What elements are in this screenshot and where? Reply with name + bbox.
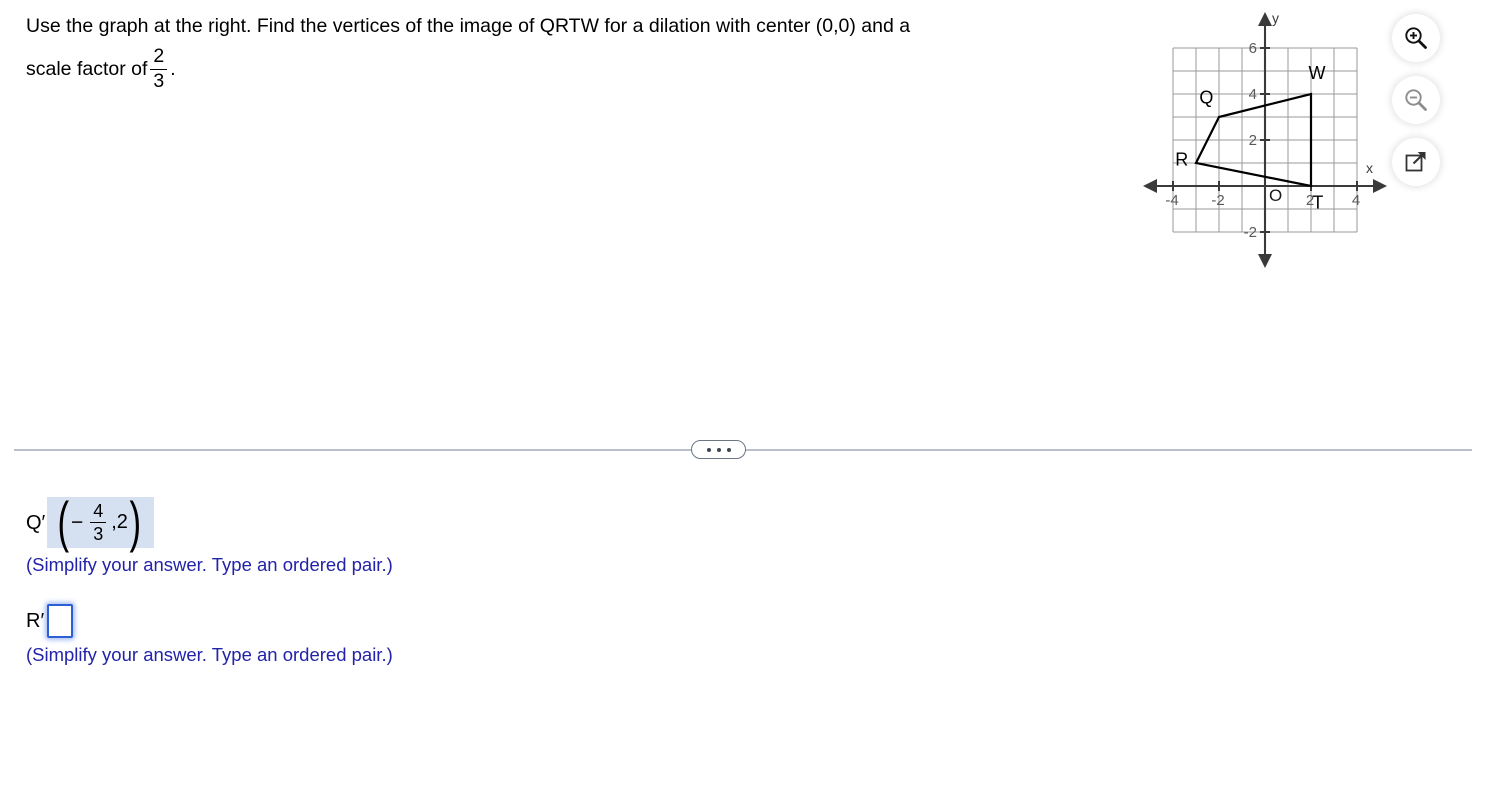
- x-axis-label: x: [1366, 160, 1373, 176]
- question-line-2: scale factor of 2 3 .: [26, 47, 1106, 91]
- vertex-label-q: Q: [1199, 87, 1213, 107]
- vertex-label-t: T: [1312, 193, 1323, 213]
- q-prime-x-numerator: 4: [93, 501, 104, 521]
- zoom-in-icon: [1403, 25, 1429, 51]
- coordinate-graph-svg: -4 -2 2 4-2246xyOQRTW: [1143, 10, 1387, 268]
- answer-hint-q-prime: (Simplify your answer. Type an ordered p…: [26, 554, 393, 575]
- x-tick-label: -4: [1165, 192, 1178, 209]
- left-paren: (: [57, 490, 70, 554]
- fraction-bar: [90, 522, 107, 523]
- origin-label: O: [1269, 186, 1282, 205]
- y-tick-label: 6: [1249, 40, 1257, 57]
- answer-label-r-prime: R′: [26, 610, 45, 632]
- vertex-label-r: R: [1175, 149, 1188, 169]
- y-axis-label: y: [1272, 10, 1279, 26]
- dot-2: [716, 447, 721, 452]
- x-tick-label: -2: [1211, 192, 1224, 209]
- answer-section: Q′ ( − 4 3 ,2 ) (Simplify your answer. T…: [26, 490, 926, 666]
- answer-row-q-prime: Q′ ( − 4 3 ,2 ): [26, 490, 926, 554]
- exercise-page: Use the graph at the right. Find the ver…: [0, 0, 1486, 803]
- scale-factor-denominator: 3: [153, 69, 165, 92]
- question-line-2-suffix: .: [170, 58, 176, 81]
- answer-value-q-prime[interactable]: ( − 4 3 ,2 ): [47, 490, 154, 554]
- question-line-1: Use the graph at the right. Find the ver…: [26, 15, 911, 37]
- coordinate-graph[interactable]: -4 -2 2 4 -2 2 4 6 x y O Q R T W: [1140, 8, 1400, 270]
- answer-input-r-prime[interactable]: [47, 604, 74, 638]
- open-in-new-window-icon: [1403, 149, 1429, 175]
- q-prime-x-fraction: 4 3: [90, 501, 107, 544]
- dot-1: [706, 447, 711, 452]
- vertex-label-w: W: [1308, 63, 1325, 83]
- answer-row-r-prime: R′: [26, 604, 926, 638]
- y-tick-label: -2: [1244, 224, 1257, 241]
- q-prime-y-value: ,2: [111, 511, 128, 533]
- dot-3: [726, 447, 731, 452]
- graph-toolbar: [1392, 14, 1442, 200]
- zoom-in-button[interactable]: [1392, 14, 1440, 62]
- ordered-pair-q-prime: − 4 3 ,2: [68, 502, 131, 543]
- right-paren: ): [129, 490, 142, 554]
- zoom-out-button[interactable]: [1392, 76, 1440, 124]
- more-options-button[interactable]: [691, 440, 746, 459]
- q-prime-sign: −: [70, 511, 84, 534]
- scale-factor-numerator: 2: [153, 45, 165, 68]
- zoom-out-icon: [1403, 87, 1429, 113]
- question-line-2-prefix: scale factor of: [26, 58, 148, 81]
- q-prime-x-denominator: 3: [93, 524, 104, 544]
- answer-label-q-prime: Q′: [26, 511, 46, 534]
- y-tick-label: 2: [1249, 132, 1257, 149]
- open-in-new-window-button[interactable]: [1392, 138, 1440, 186]
- y-tick-label: 4: [1249, 86, 1257, 103]
- question-prompt: Use the graph at the right. Find the ver…: [26, 12, 1106, 91]
- answer-hint-r-prime: (Simplify your answer. Type an ordered p…: [26, 644, 393, 665]
- x-tick-label: 4: [1352, 192, 1360, 209]
- scale-factor-fraction: 2 3: [150, 45, 168, 92]
